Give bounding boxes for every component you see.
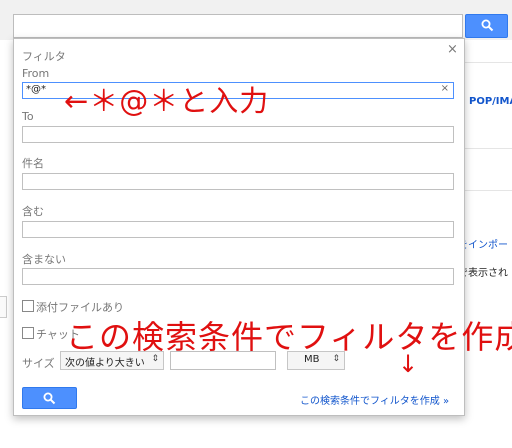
subject-field[interactable] bbox=[22, 173, 454, 190]
chat-checkbox[interactable] bbox=[22, 327, 34, 339]
clear-icon[interactable]: × bbox=[441, 83, 449, 94]
import-link[interactable]: をインポー bbox=[458, 236, 508, 251]
search-button[interactable] bbox=[465, 14, 508, 38]
create-filter-link[interactable]: この検索条件でフィルタを作成 » bbox=[300, 392, 449, 407]
subject-label: 件名 bbox=[22, 157, 44, 170]
no-words-field[interactable] bbox=[22, 268, 454, 285]
dialog-title: フィルタ bbox=[22, 50, 66, 63]
from-label: From bbox=[22, 67, 50, 80]
has-words-field[interactable] bbox=[22, 221, 454, 238]
display-text: で表示され bbox=[458, 268, 508, 279]
search-icon bbox=[43, 392, 56, 405]
to-field[interactable] bbox=[22, 126, 454, 143]
from-value: *@* bbox=[26, 84, 46, 95]
has-attachment-checkbox[interactable] bbox=[22, 300, 34, 312]
no-words-label: 含まない bbox=[22, 253, 66, 266]
down-arrow-annotation: ↓ bbox=[398, 350, 419, 378]
divider bbox=[464, 190, 512, 191]
pop-imap-link[interactable]: POP/IMA bbox=[469, 96, 512, 107]
to-label: To bbox=[22, 110, 34, 123]
search-button[interactable] bbox=[22, 387, 77, 409]
size-label: サイズ bbox=[22, 357, 55, 370]
close-icon[interactable]: × bbox=[447, 42, 458, 57]
search-icon bbox=[481, 19, 494, 32]
divider bbox=[464, 148, 512, 149]
divider bbox=[464, 62, 512, 63]
background-tab bbox=[0, 296, 7, 318]
from-annotation: ←＊@＊と入力 bbox=[64, 84, 270, 118]
has-words-label: 含む bbox=[22, 205, 44, 218]
create-filter-annotation: この検索条件でフィルタを作成 bbox=[66, 318, 512, 356]
search-input[interactable] bbox=[13, 14, 463, 38]
left-background bbox=[0, 40, 13, 448]
